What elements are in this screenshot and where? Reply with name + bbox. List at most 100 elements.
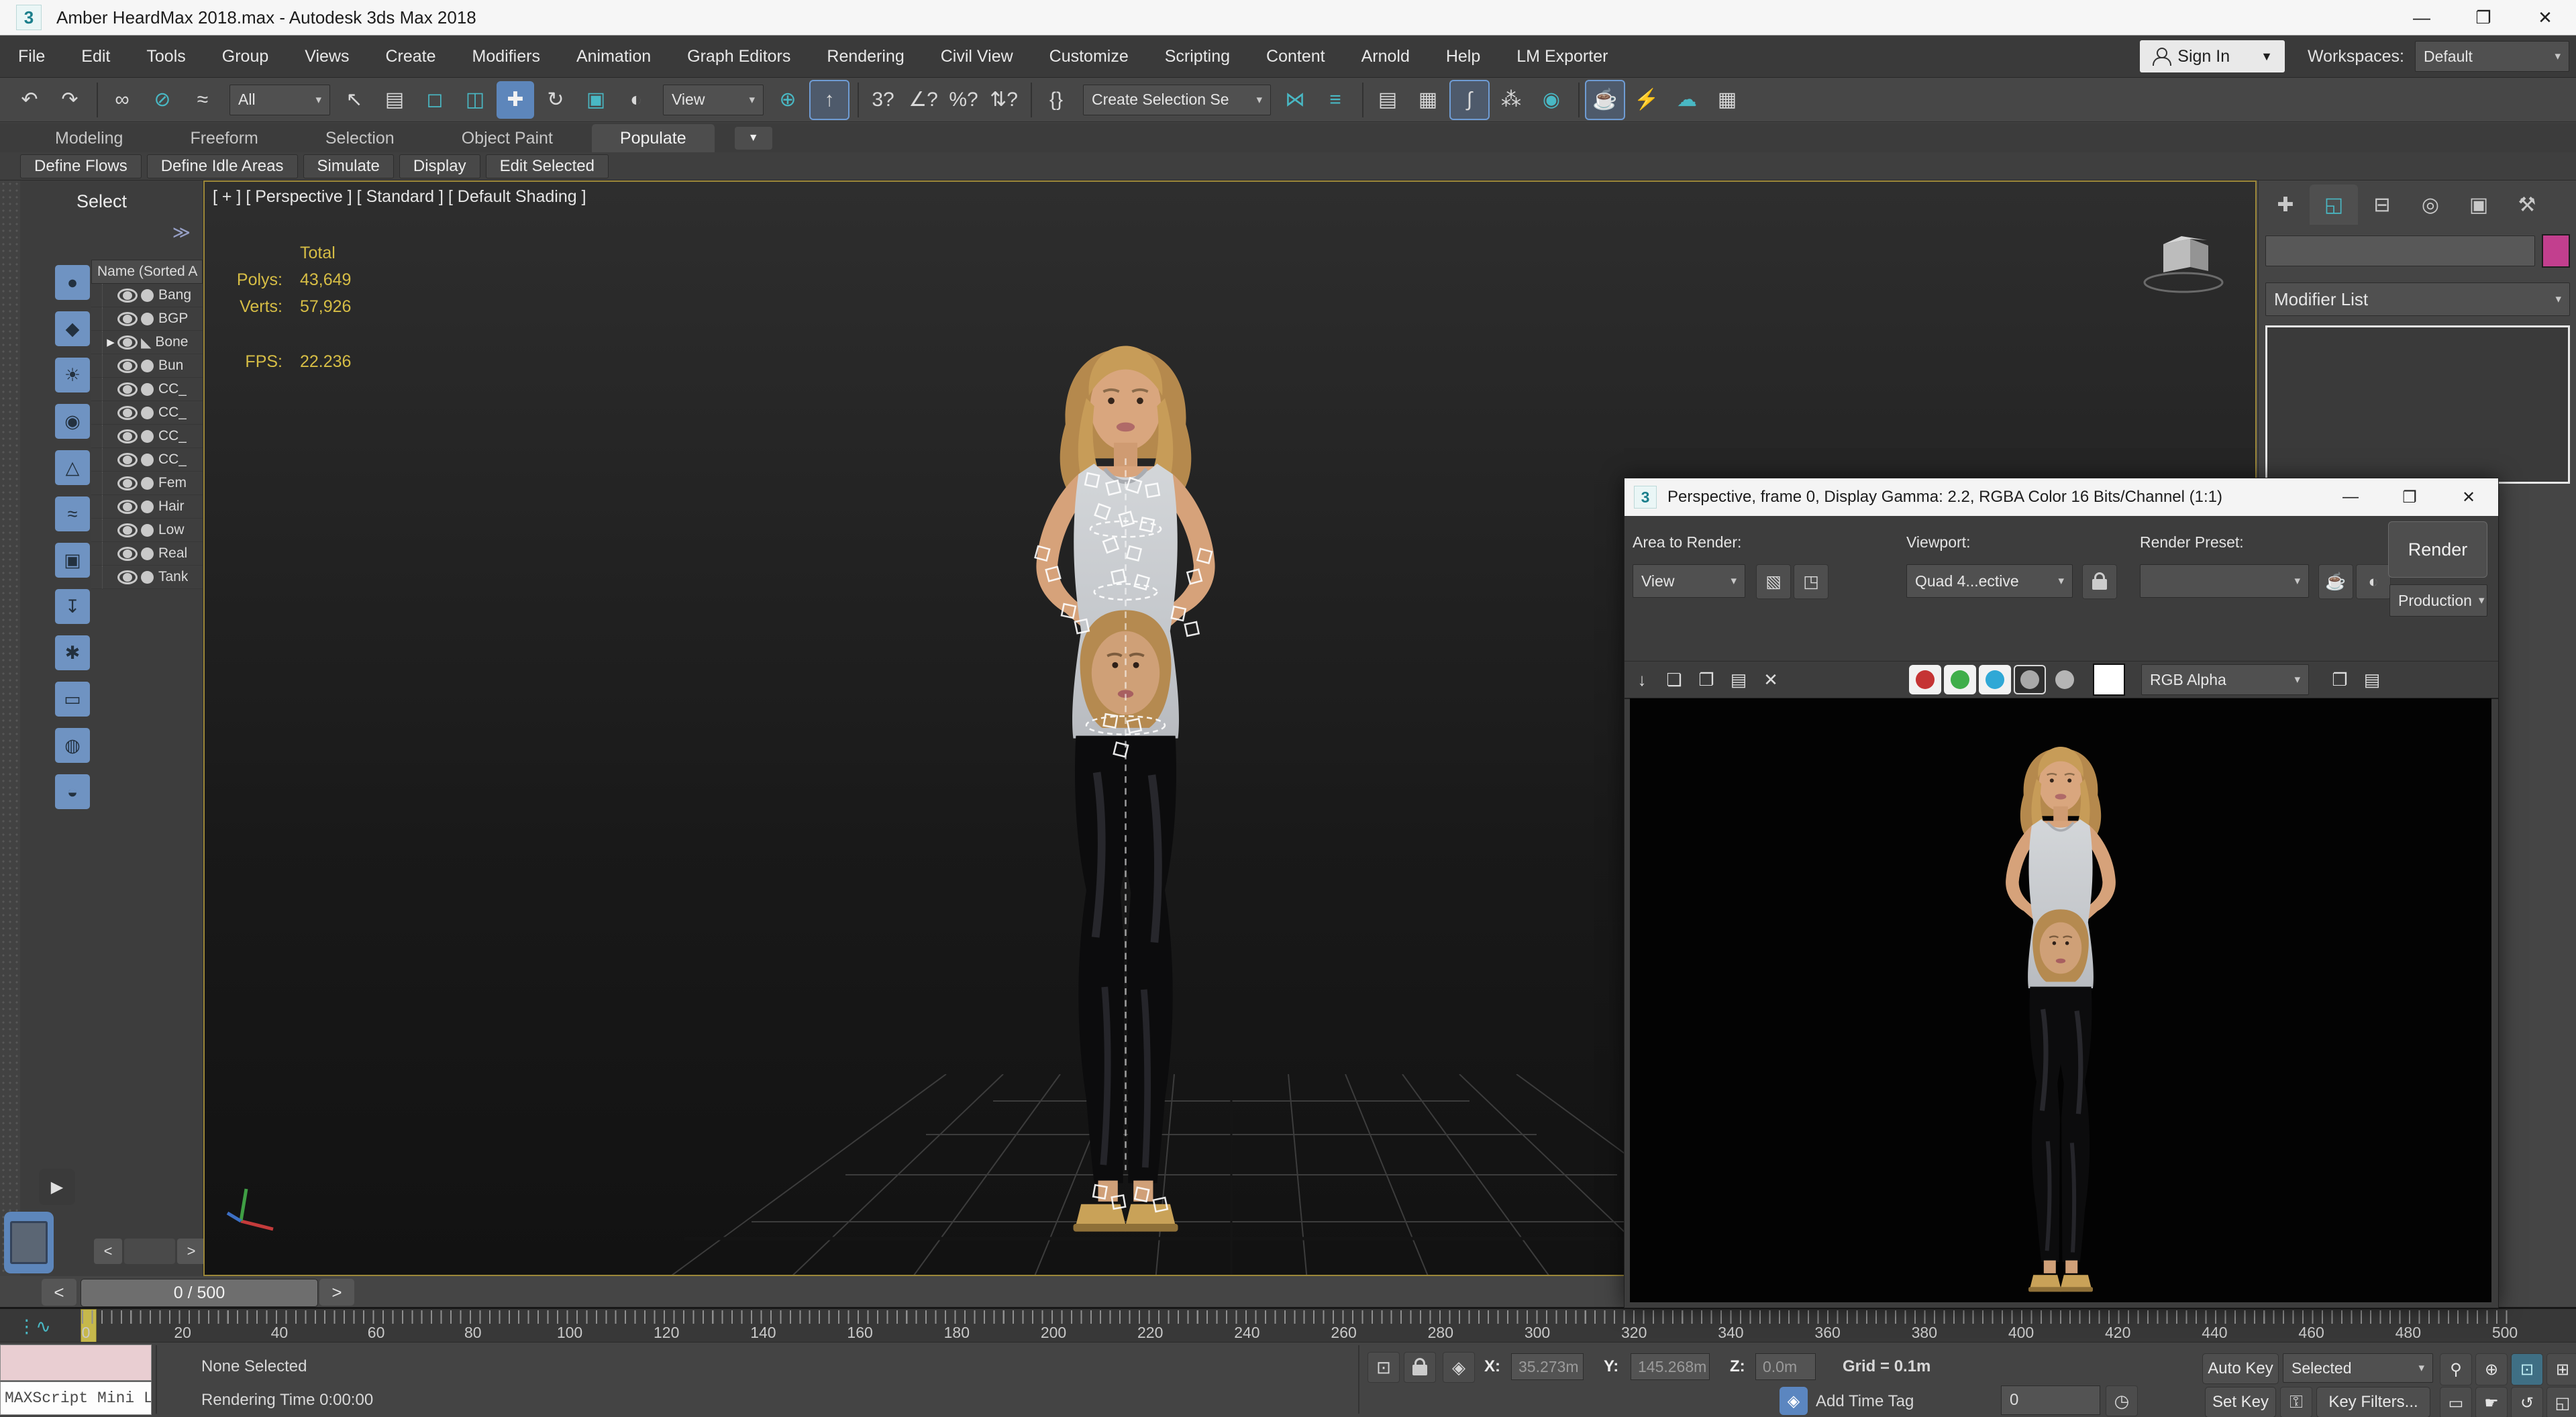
undo-icon[interactable]: ↶ (11, 81, 48, 119)
scroll-track[interactable] (124, 1239, 175, 1264)
object-dot-icon[interactable] (141, 500, 154, 513)
key-mode-icon[interactable]: ⚿ (2280, 1387, 2312, 1417)
material-editor-icon[interactable]: ◉ (1533, 81, 1570, 119)
menu-animation[interactable]: Animation (558, 36, 669, 77)
select-scale-icon[interactable]: ▣ (577, 81, 615, 119)
visibility-eye-icon[interactable] (117, 499, 138, 514)
menu-create[interactable]: Create (368, 36, 454, 77)
ribbon-tab-freeform[interactable]: Freeform (162, 124, 286, 152)
clear-icon[interactable]: ✕ (1756, 666, 1786, 694)
menu-help[interactable]: Help (1428, 36, 1498, 77)
scroll-left-button[interactable]: < (94, 1239, 122, 1264)
object-dot-icon[interactable] (141, 476, 154, 490)
curve-editor-icon[interactable]: ∫ (1449, 79, 1490, 120)
use-pivot-center-icon[interactable]: ⊕ (769, 81, 807, 119)
green-channel-button[interactable] (1944, 665, 1976, 694)
select-rotate-icon[interactable]: ↻ (537, 81, 574, 119)
copy-image-icon[interactable]: ❏ (1659, 666, 1689, 694)
display-shapes-toggle[interactable]: ◆ (55, 311, 90, 346)
zoom-region-icon[interactable]: ▭ (2440, 1387, 2472, 1417)
list-item-tank[interactable]: Tank (91, 566, 203, 589)
list-item-bun[interactable]: Bun (91, 354, 203, 378)
visibility-eye-icon[interactable] (117, 335, 138, 350)
edit-selected-button[interactable]: Edit Selected (485, 154, 609, 178)
display-helpers-toggle[interactable]: △ (55, 450, 90, 485)
maxscript-listener-output[interactable] (0, 1345, 152, 1381)
bind-spacewarp-icon[interactable]: ≈ (184, 81, 221, 119)
modifier-list-dropdown[interactable]: Modifier List ▾ (2265, 282, 2570, 316)
display-spacewarps-toggle[interactable]: ≈ (55, 496, 90, 531)
object-color-swatch[interactable] (2542, 234, 2570, 268)
auto-key-button[interactable]: Auto Key (2202, 1353, 2279, 1384)
define-flows-button[interactable]: Define Flows (20, 154, 142, 178)
background-color-swatch[interactable] (2093, 664, 2125, 696)
select-manipulate-icon[interactable]: ↑ (809, 79, 849, 120)
tab-motion[interactable]: ◎ (2406, 185, 2455, 225)
list-item-cc[interactable]: CC_ (91, 425, 203, 448)
modifier-stack[interactable] (2265, 325, 2570, 484)
restore-button[interactable]: ❐ (2453, 1, 2514, 34)
visibility-eye-icon[interactable] (117, 288, 138, 303)
expand-explorer-button[interactable]: ▶ (39, 1169, 75, 1205)
layer-explorer-icon[interactable]: ▤ (1369, 81, 1406, 119)
menu-views[interactable]: Views (287, 36, 367, 77)
key-filters-button[interactable]: Key Filters... (2316, 1387, 2430, 1417)
zoom-extents-icon[interactable]: ⊡ (2511, 1353, 2543, 1385)
render-mode-dropdown[interactable]: Production ▾ (2389, 584, 2487, 617)
visibility-eye-icon[interactable] (117, 476, 138, 490)
angle-snap-icon[interactable]: ∠? (905, 81, 942, 119)
schematic-view-icon[interactable]: ⁂ (1492, 81, 1530, 119)
pan-icon[interactable]: ☛ (2475, 1387, 2508, 1417)
object-dot-icon[interactable] (141, 359, 154, 372)
select-by-name-icon[interactable]: ▤ (376, 81, 413, 119)
minimize-button[interactable]: — (2391, 1, 2453, 34)
percent-snap-icon[interactable]: %? (945, 81, 982, 119)
mirror-icon[interactable]: ⋈ (1276, 81, 1314, 119)
selection-filter-dropdown[interactable]: All ▾ (229, 84, 330, 115)
expand-panel-icon[interactable]: ≫ (172, 222, 191, 243)
x-coordinate-field[interactable]: 35.273m (1511, 1353, 1584, 1380)
visibility-eye-icon[interactable] (117, 405, 138, 420)
menu-rendering[interactable]: Rendering (809, 36, 922, 77)
maximize-button[interactable]: ❐ (2380, 479, 2439, 515)
object-dot-icon[interactable] (141, 547, 154, 560)
menu-tools[interactable]: Tools (128, 36, 203, 77)
ribbon-tab-selection[interactable]: Selection (297, 124, 423, 152)
area-to-render-dropdown[interactable]: View ▾ (1633, 564, 1745, 598)
character-model[interactable] (929, 215, 1322, 1249)
display-frozen-toggle[interactable]: ◒ (55, 774, 90, 809)
key-selection-dropdown[interactable]: Selected ▾ (2283, 1353, 2433, 1383)
list-item-bang[interactable]: Bang (91, 284, 203, 307)
object-dot-icon[interactable] (141, 570, 154, 584)
print-image-icon[interactable]: ▤ (1724, 666, 1753, 694)
zoom-icon[interactable]: ⚲ (2440, 1353, 2472, 1385)
mini-curve-editor-icon[interactable]: ⋮∿ (11, 1313, 58, 1340)
color-tune-icon[interactable]: ▤ (2357, 666, 2387, 694)
close-button[interactable]: ✕ (2439, 479, 2498, 515)
list-item-cc[interactable]: CC_ (91, 448, 203, 472)
list-item-cc[interactable]: CC_ (91, 378, 203, 401)
align-icon[interactable]: ≡ (1317, 81, 1354, 119)
set-key-button[interactable]: Set Key (2205, 1387, 2276, 1417)
sign-in-button[interactable]: Sign In ▼ (2140, 40, 2285, 72)
current-frame-field[interactable]: 0 (2001, 1385, 2100, 1415)
view-cube[interactable] (2133, 219, 2234, 299)
exposure-control-icon[interactable]: ◐ (2356, 564, 2391, 599)
visibility-eye-icon[interactable] (117, 311, 138, 326)
minimize-button[interactable]: — (2321, 479, 2380, 515)
lock-viewport-icon[interactable] (2082, 564, 2117, 599)
menu-customize[interactable]: Customize (1031, 36, 1147, 77)
display-bones-toggle[interactable]: ✱ (55, 635, 90, 670)
channel-display-dropdown[interactable]: RGB Alpha ▾ (2141, 664, 2309, 695)
alpha-channel-button[interactable] (2049, 665, 2081, 694)
render-setup-icon[interactable]: ☕ (1585, 79, 1625, 120)
previous-frame-arrow[interactable]: < (42, 1279, 76, 1306)
menu-group[interactable]: Group (204, 36, 287, 77)
time-configuration-icon[interactable]: ◷ (2106, 1385, 2138, 1416)
visibility-eye-icon[interactable] (117, 358, 138, 373)
isolate-selection-icon[interactable]: ⊡ (1368, 1352, 1400, 1383)
tab-hierarchy[interactable]: ⊟ (2358, 185, 2406, 225)
y-coordinate-field[interactable]: 145.268m (1631, 1353, 1710, 1380)
tab-create[interactable]: ✚ (2261, 185, 2310, 225)
simulate-button[interactable]: Simulate (303, 154, 394, 178)
